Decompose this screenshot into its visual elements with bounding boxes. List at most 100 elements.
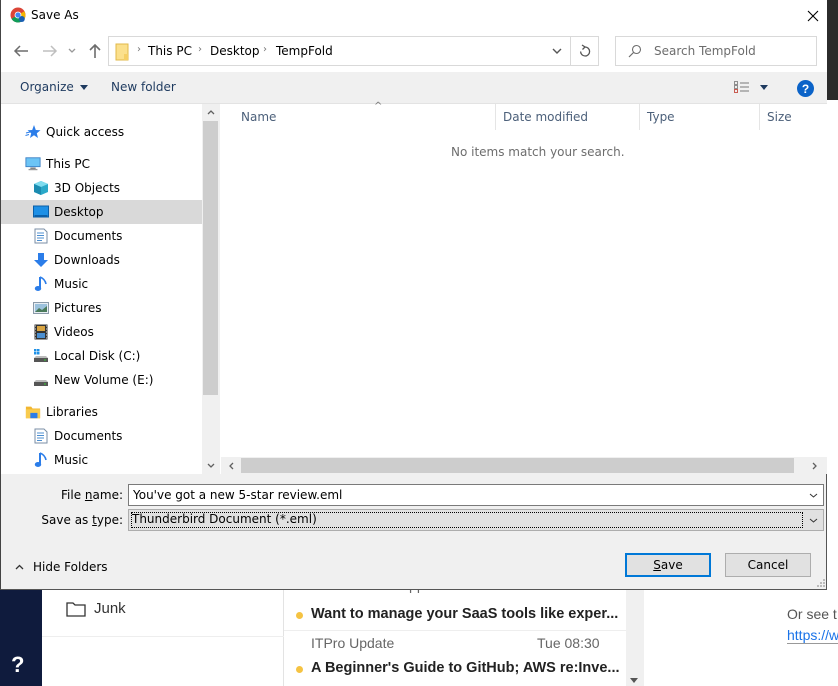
nav-item-videos[interactable]: Videos	[1, 320, 202, 344]
recent-locations-button[interactable]	[65, 41, 79, 61]
nav-item-downloads[interactable]: Downloads	[1, 248, 202, 272]
save-accelerator: S	[653, 558, 661, 572]
resize-grip-icon[interactable]	[816, 578, 826, 588]
refresh-button[interactable]	[570, 37, 599, 65]
message-subject[interactable]: A Beginner's Guide to GitHub; AWS re:Inv…	[311, 660, 620, 676]
message-subject[interactable]: Want to manage your SaaS tools like expe…	[311, 606, 618, 622]
unread-dot	[296, 666, 303, 673]
reading-text: Or see t	[787, 606, 837, 622]
breadcrumb-tempfold[interactable]: TempFold	[276, 44, 333, 58]
cancel-button[interactable]: Cancel	[725, 553, 811, 577]
save-label: ave	[660, 558, 683, 572]
arrow-left-icon	[13, 45, 28, 57]
screen: ? Junk Team Control.hippo Tue 08:30 Want…	[0, 0, 838, 686]
save-type-dropdown-button[interactable]	[805, 512, 821, 528]
navigation-pane: Quick access This PC 3D Objects Desktop Docu…	[1, 104, 219, 474]
address-dropdown-button[interactable]	[546, 41, 568, 61]
organize-button[interactable]: Organize	[20, 80, 88, 94]
nav-item-pictures[interactable]: Pictures	[1, 296, 202, 320]
music-icon	[33, 276, 49, 292]
save-as-dialog: Save As › This PC › Desktop › TempFold S…	[0, 0, 827, 590]
save-type-value: Thunderbird Document (*.eml)	[132, 512, 317, 526]
scroll-down-icon[interactable]	[630, 678, 638, 683]
column-header-date-modified[interactable]: Date modified	[496, 104, 640, 130]
search-box[interactable]	[615, 36, 817, 66]
column-type-label: Type	[647, 110, 675, 124]
breadcrumb-this-pc[interactable]: This PC	[148, 44, 192, 58]
help-icon[interactable]: ?	[11, 652, 24, 678]
save-button[interactable]: Save	[625, 553, 711, 577]
up-button[interactable]	[85, 41, 105, 61]
nav-item-documents[interactable]: Documents	[1, 424, 202, 448]
file-list: Name ^ Date modified Type Size No items …	[219, 101, 828, 474]
column-size-label: Size	[767, 110, 792, 124]
chevron-right-icon[interactable]: ›	[263, 44, 267, 55]
label-text: Save as	[41, 513, 93, 527]
column-date-label: Date modified	[503, 110, 589, 124]
file-list-horizontal-scrollbar[interactable]	[221, 457, 827, 474]
nav-item-label: Pictures	[54, 301, 102, 315]
scrollbar-thumb[interactable]	[241, 458, 794, 473]
nav-item-label: Libraries	[46, 405, 98, 419]
chevron-right-icon[interactable]: ›	[137, 44, 141, 55]
nav-item-3d-objects[interactable]: 3D Objects	[1, 176, 202, 200]
close-button[interactable]	[799, 4, 827, 28]
change-view-button[interactable]	[734, 81, 768, 93]
nav-item-local-disk-c[interactable]: Local Disk (C:)	[1, 344, 202, 368]
close-icon	[807, 10, 819, 22]
nav-item-new-volume-e[interactable]: New Volume (E:)	[1, 368, 202, 392]
back-button[interactable]	[11, 41, 31, 61]
nav-item-label: Music	[54, 277, 89, 291]
help-button[interactable]: ?	[797, 80, 814, 97]
folder-icon	[115, 43, 129, 61]
nav-item-libraries[interactable]: Libraries	[1, 400, 202, 424]
column-header-type[interactable]: Type	[640, 104, 760, 130]
nav-item-label: Desktop	[54, 205, 104, 219]
refresh-icon	[579, 44, 591, 57]
file-name-combobox[interactable]	[128, 484, 824, 506]
title-bar[interactable]: Save As	[1, 0, 827, 32]
scroll-down-button[interactable]	[202, 457, 219, 474]
hide-folders-button[interactable]: Hide Folders	[15, 560, 108, 574]
file-name-dropdown-button[interactable]	[805, 487, 821, 503]
message-sender: ITPro Update	[311, 635, 395, 651]
file-name-input[interactable]	[133, 487, 793, 503]
hide-folders-label: Hide Folders	[33, 560, 108, 574]
nav-item-label: Downloads	[54, 253, 120, 267]
label-text: ype:	[96, 513, 123, 527]
drive-icon	[33, 372, 49, 388]
document-icon	[33, 428, 49, 444]
reading-link[interactable]: https://w	[787, 627, 838, 644]
scroll-up-button[interactable]	[202, 104, 219, 121]
scroll-left-button[interactable]	[223, 457, 240, 474]
nav-item-this-pc[interactable]: This PC	[1, 152, 202, 176]
save-type-select[interactable]: Thunderbird Document (*.eml)	[128, 509, 824, 531]
nav-item-label: This PC	[46, 157, 90, 171]
nav-item-desktop[interactable]: Desktop	[1, 200, 202, 224]
arrow-up-icon	[89, 43, 101, 58]
nav-item-label: Quick access	[46, 125, 125, 139]
empty-message: No items match your search.	[451, 145, 625, 159]
unread-dot	[296, 612, 303, 619]
search-input[interactable]	[654, 42, 812, 60]
breadcrumb-desktop[interactable]: Desktop	[210, 44, 260, 58]
video-icon	[33, 324, 49, 340]
navigation-bar: › This PC › Desktop › TempFold	[1, 32, 827, 72]
folder-item-junk[interactable]: Junk	[66, 600, 126, 617]
address-bar[interactable]: › This PC › Desktop › TempFold	[108, 36, 599, 66]
scroll-right-button[interactable]	[806, 457, 823, 474]
column-header-size[interactable]: Size	[760, 104, 828, 130]
label-accelerator: n	[84, 488, 93, 502]
nav-item-music[interactable]: Music	[1, 448, 202, 472]
scrollbar-thumb[interactable]	[203, 121, 218, 395]
new-folder-button[interactable]: New folder	[111, 80, 176, 94]
forward-button[interactable]	[40, 41, 60, 61]
navigation-pane-scrollbar[interactable]	[202, 104, 219, 474]
nav-item-documents[interactable]: Documents	[1, 224, 202, 248]
chevron-down-icon	[809, 518, 817, 523]
nav-item-quick-access[interactable]: Quick access	[1, 120, 202, 144]
sort-ascending-icon: ^	[374, 101, 383, 112]
nav-item-music[interactable]: Music	[1, 272, 202, 296]
chevron-right-icon[interactable]: ›	[198, 44, 202, 55]
column-header-name[interactable]: Name ^	[234, 101, 496, 130]
